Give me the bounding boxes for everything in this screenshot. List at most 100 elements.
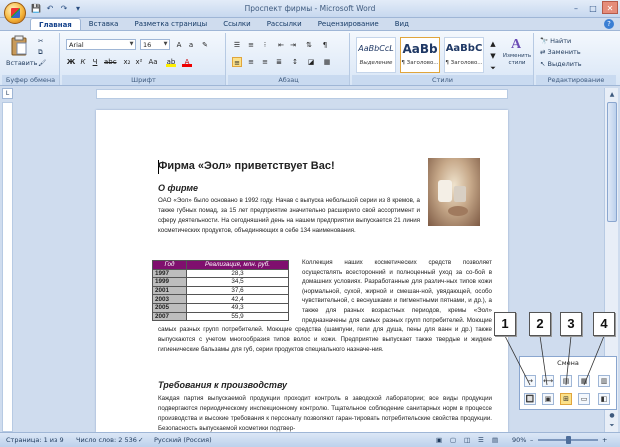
bold-button[interactable]: Ж xyxy=(66,57,76,67)
view-web-icon[interactable]: ◫ xyxy=(464,436,470,444)
about-section-title: О фирме xyxy=(158,183,199,193)
spelling-icon[interactable]: ✓ xyxy=(138,436,143,444)
superscript-icon[interactable]: x² xyxy=(134,57,144,67)
font-size-value: 16 xyxy=(143,41,152,49)
table-row: 2007 55,9 xyxy=(152,311,289,322)
table-row: 2005 49,3 xyxy=(152,302,289,313)
wrap-through-icon[interactable]: ▭ xyxy=(578,393,590,405)
more-layout-options-icon[interactable]: ◧ xyxy=(598,393,610,405)
change-styles-label: Изменить стили xyxy=(502,53,532,66)
styles-scroll-down-icon[interactable]: ▼ xyxy=(488,51,498,61)
align-center-icon[interactable]: ≡ xyxy=(246,57,256,67)
font-name-select[interactable]: Arial ▼ xyxy=(66,39,136,50)
horizontal-ruler[interactable] xyxy=(96,89,508,99)
change-styles-button[interactable]: A Изменить стили xyxy=(502,35,532,67)
view-full-screen-icon[interactable]: ▢ xyxy=(450,436,456,444)
paste-button[interactable]: Вставить xyxy=(6,35,38,69)
style-sample: AaBbCcL xyxy=(358,44,394,53)
zoom-slider-handle[interactable] xyxy=(566,436,571,444)
font-name-value: Arial xyxy=(69,41,84,49)
office-button[interactable] xyxy=(4,2,26,24)
wrap-inline-icon[interactable]: 🔲 xyxy=(524,393,536,405)
format-painter-icon[interactable]: 🖌 xyxy=(38,59,46,67)
view-outline-icon[interactable]: ☰ xyxy=(478,436,484,444)
zoom-level[interactable]: 90% xyxy=(512,436,526,444)
clear-format-icon[interactable]: ✎ xyxy=(200,40,210,50)
style-heading-1[interactable]: AaBb ¶ Заголово... xyxy=(400,37,440,73)
minimize-button[interactable]: – xyxy=(568,1,584,14)
font-group-label: Шрифт xyxy=(62,75,225,85)
close-button[interactable]: ✕ xyxy=(602,1,618,14)
next-page-icon[interactable]: ⏷ xyxy=(606,420,618,431)
wrap-square-icon[interactable]: ⟷ xyxy=(542,375,554,387)
tab-selector[interactable]: L xyxy=(2,88,13,99)
requirements-section-title: Требования к производству xyxy=(158,380,288,390)
borders-icon[interactable]: ▦ xyxy=(322,57,332,67)
bullets-icon[interactable]: ☰ xyxy=(232,40,242,50)
underline-button[interactable]: Ч xyxy=(90,57,100,67)
wrap-top-bottom-icon[interactable]: ▦ xyxy=(578,375,590,387)
redo-icon[interactable]: ↷ xyxy=(58,3,70,15)
find-button[interactable]: 🔭 Найти xyxy=(540,37,571,45)
change-styles-icon: A xyxy=(511,37,522,52)
align-left-icon[interactable]: ≡ xyxy=(232,57,242,67)
highlight-icon[interactable]: ab xyxy=(166,57,176,67)
view-print-layout-icon[interactable]: ▣ xyxy=(436,436,442,444)
styles-scroll-up-icon[interactable]: ▲ xyxy=(488,39,498,49)
callout-1: 1 xyxy=(494,312,516,336)
change-case-icon[interactable]: Аа xyxy=(148,57,158,67)
word-count-status[interactable]: Число слов: 2 536 xyxy=(76,436,137,444)
zoom-out-button[interactable]: – xyxy=(530,436,533,444)
callout-4: 4 xyxy=(593,312,615,336)
copy-icon[interactable]: ⧉ xyxy=(38,48,43,57)
style-emphasis[interactable]: AaBbCcL Выделение xyxy=(356,37,396,73)
document-page[interactable]: Фирма «Эол» приветствует Вас! О фирме ОА… xyxy=(96,110,508,432)
decrease-indent-icon[interactable]: ⇤ xyxy=(276,40,286,50)
popup-title: Смена xyxy=(557,359,579,367)
scroll-up-icon[interactable]: ▲ xyxy=(606,89,618,100)
zoom-in-button[interactable]: + xyxy=(602,436,607,444)
justify-icon[interactable]: ≣ xyxy=(274,57,284,67)
shrink-font-icon[interactable]: a xyxy=(186,40,196,50)
table-cell-value: 28,3 xyxy=(186,268,289,279)
increase-indent-icon[interactable]: ⇥ xyxy=(288,40,298,50)
wrap-behind-icon[interactable]: ▤ xyxy=(560,375,572,387)
edit-wrap-points-icon[interactable]: ▥ xyxy=(598,375,610,387)
page-count-status[interactable]: Страница: 1 из 9 xyxy=(6,436,64,444)
line-spacing-icon[interactable]: ↕ xyxy=(290,57,300,67)
save-icon[interactable]: 💾 xyxy=(30,3,42,15)
help-icon[interactable]: ? xyxy=(604,19,614,29)
table-cell-value: 55,9 xyxy=(186,311,289,322)
subscript-icon[interactable]: x₂ xyxy=(122,57,132,67)
strikethrough-icon[interactable]: abc xyxy=(104,57,117,67)
view-draft-icon[interactable]: ▤ xyxy=(492,436,498,444)
sort-icon[interactable]: ⇅ xyxy=(304,40,314,50)
align-right-icon[interactable]: ≡ xyxy=(260,57,270,67)
wrap-arrow-icon[interactable]: → xyxy=(524,375,536,387)
show-marks-icon[interactable]: ¶ xyxy=(320,40,330,50)
wrap-tight-icon[interactable]: ▣ xyxy=(542,393,554,405)
callout-2: 2 xyxy=(529,312,551,336)
maximize-button[interactable]: □ xyxy=(585,1,601,14)
scroll-thumb[interactable] xyxy=(607,102,617,222)
grow-font-icon[interactable]: A xyxy=(174,40,184,50)
customize-toolbar-icon[interactable]: ▾ xyxy=(72,3,84,15)
language-status[interactable]: Русский (Россия) xyxy=(154,436,212,444)
italic-button[interactable]: К xyxy=(78,57,88,67)
replace-button[interactable]: ⇄ Заменить xyxy=(540,48,581,56)
cut-icon[interactable]: ✂ xyxy=(38,37,43,45)
font-color-icon[interactable]: A xyxy=(182,57,192,67)
table-cell-value: 42,4 xyxy=(186,294,289,304)
shading-icon[interactable]: ◪ xyxy=(306,57,316,67)
table-cell-year: 2005 xyxy=(152,302,187,313)
vertical-ruler[interactable] xyxy=(2,102,13,432)
paste-label: Вставить xyxy=(6,59,38,67)
multilevel-list-icon[interactable]: ⁝ xyxy=(260,40,270,50)
numbering-icon[interactable]: ≡ xyxy=(246,40,256,50)
wrap-front-icon[interactable]: ⊞ xyxy=(560,393,572,405)
font-size-select[interactable]: 16 ▼ xyxy=(140,39,170,50)
select-button[interactable]: ↖ Выделить xyxy=(540,60,582,68)
style-heading-2[interactable]: AaBbC ¶ Заголово... xyxy=(444,37,484,73)
styles-more-icon[interactable]: ⏷ xyxy=(488,63,498,73)
undo-icon[interactable]: ↶ xyxy=(44,3,56,15)
